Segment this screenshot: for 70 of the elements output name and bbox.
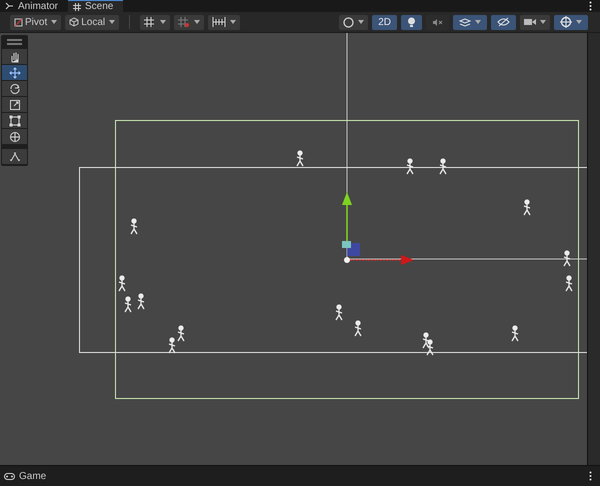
- caret-icon: [230, 20, 236, 24]
- skeleton-sprite: [439, 158, 447, 175]
- skeleton-sprite: [118, 275, 126, 292]
- grid-icon: [73, 2, 82, 10]
- move-arrows-icon: [8, 66, 20, 78]
- editor-tab[interactable]: Game: [0, 466, 58, 486]
- skeleton-sprite: [511, 325, 519, 342]
- increment-snap-button[interactable]: [208, 14, 240, 30]
- editor-tab[interactable]: Animator: [0, 0, 68, 12]
- audio-toggle[interactable]: [426, 14, 449, 30]
- tool-button[interactable]: [2, 97, 27, 112]
- more-menu-icon[interactable]: [589, 471, 592, 481]
- effects-toggle[interactable]: [453, 14, 487, 30]
- skeleton-sprite: [565, 275, 573, 292]
- 2d-mode-toggle[interactable]: 2D: [372, 14, 397, 30]
- muted-speaker-icon: [432, 18, 443, 26]
- pivot-dropdown[interactable]: Pivot: [10, 14, 62, 30]
- layers-icon: [459, 17, 471, 27]
- skeleton-sprite: [406, 158, 414, 175]
- tool-button[interactable]: [2, 81, 27, 96]
- caret-icon: [194, 20, 200, 24]
- caret-icon: [576, 20, 582, 24]
- skeleton-sprite: [137, 293, 145, 310]
- gizmos-dropdown[interactable]: [554, 14, 588, 30]
- caret-icon: [160, 20, 166, 24]
- drag-handle-icon[interactable]: [7, 39, 22, 45]
- visibility-toggle[interactable]: [491, 14, 516, 30]
- custom-tool-icon: [8, 150, 20, 162]
- grid-magnet-icon: [178, 17, 190, 27]
- tool-button[interactable]: [2, 65, 27, 80]
- hand-icon: [8, 50, 20, 62]
- caret-icon: [109, 20, 116, 24]
- skeleton-sprite: [335, 304, 343, 321]
- camera-icon: [524, 18, 536, 26]
- hidden-eye-icon: [497, 17, 510, 27]
- skeleton-sprite: [563, 250, 571, 267]
- tool-button[interactable]: [2, 113, 27, 128]
- tool-button[interactable]: [2, 129, 27, 144]
- skeleton-sprite: [523, 199, 531, 216]
- skeleton-sprite: [124, 296, 132, 313]
- snap-button[interactable]: [174, 14, 204, 30]
- cube-icon: [69, 17, 80, 27]
- crosshair-circle-icon: [8, 130, 20, 142]
- editor-tab[interactable]: Scene: [68, 0, 124, 12]
- grid-snap-button[interactable]: [140, 14, 170, 30]
- skeleton-sprite: [296, 150, 304, 167]
- tool-button[interactable]: [2, 149, 27, 164]
- camera-dropdown[interactable]: [520, 14, 550, 30]
- sphere-icon: [343, 16, 354, 28]
- caret-icon: [540, 20, 546, 24]
- gamepad-icon: [4, 472, 15, 480]
- pivot-icon: [14, 18, 23, 26]
- skeleton-sprite: [130, 218, 138, 235]
- grid-icon: [144, 17, 156, 27]
- lighting-toggle[interactable]: [401, 14, 422, 30]
- caret-icon: [475, 20, 481, 24]
- rect-tool-icon: [8, 114, 20, 126]
- ruler-icon: [212, 17, 226, 27]
- space-dropdown[interactable]: Local: [65, 14, 120, 30]
- crosshair-icon: [560, 16, 572, 28]
- tool-button[interactable]: [2, 49, 27, 64]
- animator-icon: [5, 2, 14, 10]
- caret-icon: [51, 20, 58, 24]
- caret-icon: [358, 20, 364, 24]
- scale-icon: [8, 98, 20, 110]
- shading-mode-dropdown[interactable]: [339, 14, 368, 30]
- rotate-icon: [8, 82, 20, 94]
- lightbulb-icon: [407, 16, 416, 28]
- skeleton-sprite: [354, 320, 362, 337]
- more-menu-icon[interactable]: [589, 1, 592, 11]
